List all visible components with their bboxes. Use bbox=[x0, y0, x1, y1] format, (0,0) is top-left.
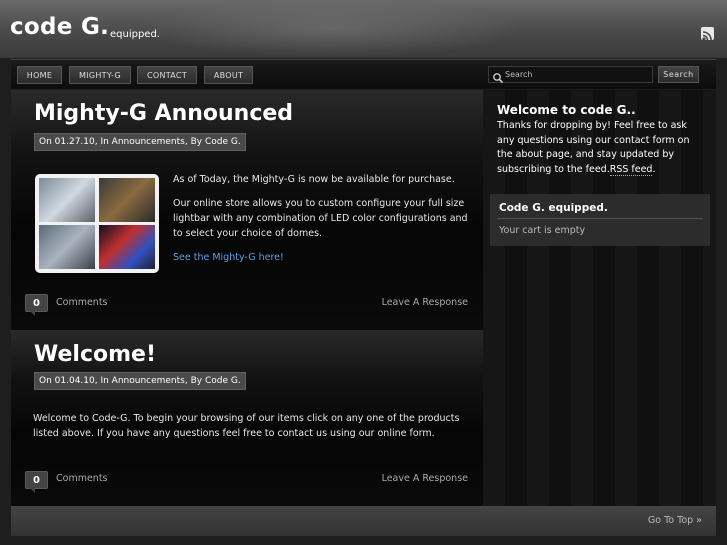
search-input[interactable] bbox=[505, 68, 650, 81]
lightbar-photo bbox=[99, 225, 155, 269]
site-header: code G. equipped. bbox=[0, 0, 727, 58]
welcome-title: Welcome to code G.. bbox=[497, 103, 636, 117]
search-icon bbox=[492, 69, 504, 84]
comment-count-badge[interactable]: 0 bbox=[25, 471, 48, 493]
main-content: Mighty-G Announced On 01.27.10, In Annou… bbox=[11, 90, 483, 506]
lightbar-photo bbox=[39, 178, 95, 222]
search-box bbox=[488, 66, 653, 84]
header-glow bbox=[140, 0, 520, 58]
rss-feed-link[interactable]: RSS feed bbox=[609, 163, 653, 176]
site-title[interactable]: code G. bbox=[10, 14, 109, 40]
post-meta: On 01.04.10, In Announcements, By Code G… bbox=[34, 372, 246, 390]
leave-response-link[interactable]: Leave A Response bbox=[382, 297, 468, 308]
post-paragraph: As of Today, the Mighty-G is now be avai… bbox=[173, 174, 455, 185]
site-tagline: equipped. bbox=[110, 29, 160, 40]
lightbar-photo bbox=[99, 178, 155, 222]
post-meta: On 01.27.10, In Announcements, By Code G… bbox=[34, 133, 246, 151]
nav-mighty-g[interactable]: MIGHTY-G bbox=[69, 66, 131, 84]
comments-link[interactable]: Comments bbox=[56, 473, 108, 484]
cart-widget: Code G. equipped. Your cart is empty bbox=[490, 194, 710, 246]
cart-title: Code G. equipped. bbox=[499, 202, 608, 214]
search-button[interactable]: Search bbox=[658, 66, 699, 83]
post: Mighty-G Announced On 01.27.10, In Annou… bbox=[11, 90, 483, 328]
rss-icon[interactable] bbox=[701, 27, 714, 41]
post-thumbnail[interactable] bbox=[35, 174, 159, 273]
site-footer: Go To Top » bbox=[11, 506, 716, 536]
post-paragraph: Our online store allows you to custom co… bbox=[173, 198, 468, 239]
lightbar-photo bbox=[39, 225, 95, 269]
nav-contact[interactable]: CONTACT bbox=[137, 66, 197, 84]
welcome-end: . bbox=[652, 163, 656, 175]
nav-about[interactable]: ABOUT bbox=[204, 66, 253, 84]
nav-home[interactable]: HOME bbox=[17, 66, 62, 84]
sidebar: Welcome to code G.. Thanks for dropping … bbox=[483, 90, 716, 506]
welcome-text: Thanks for dropping by! Feel free to ask… bbox=[497, 119, 707, 177]
post-paragraph: Welcome to Code-G. To begin your browsin… bbox=[33, 413, 460, 439]
cart-divider bbox=[497, 218, 703, 219]
post: Welcome! On 01.04.10, In Announcements, … bbox=[11, 330, 483, 506]
post-title[interactable]: Mighty-G Announced bbox=[34, 101, 293, 126]
post-link[interactable]: See the Mighty-G here! bbox=[173, 250, 284, 265]
post-title[interactable]: Welcome! bbox=[34, 342, 156, 367]
go-to-top-link[interactable]: Go To Top » bbox=[648, 515, 702, 526]
comment-count-badge[interactable]: 0 bbox=[25, 294, 48, 316]
cart-status: Your cart is empty bbox=[499, 225, 586, 236]
comments-link[interactable]: Comments bbox=[56, 297, 108, 308]
welcome-body: Thanks for dropping by! Feel free to ask… bbox=[497, 120, 690, 175]
nav-bar: HOME MIGHTY-G CONTACT ABOUT Search bbox=[11, 59, 716, 89]
leave-response-link[interactable]: Leave A Response bbox=[382, 473, 468, 484]
